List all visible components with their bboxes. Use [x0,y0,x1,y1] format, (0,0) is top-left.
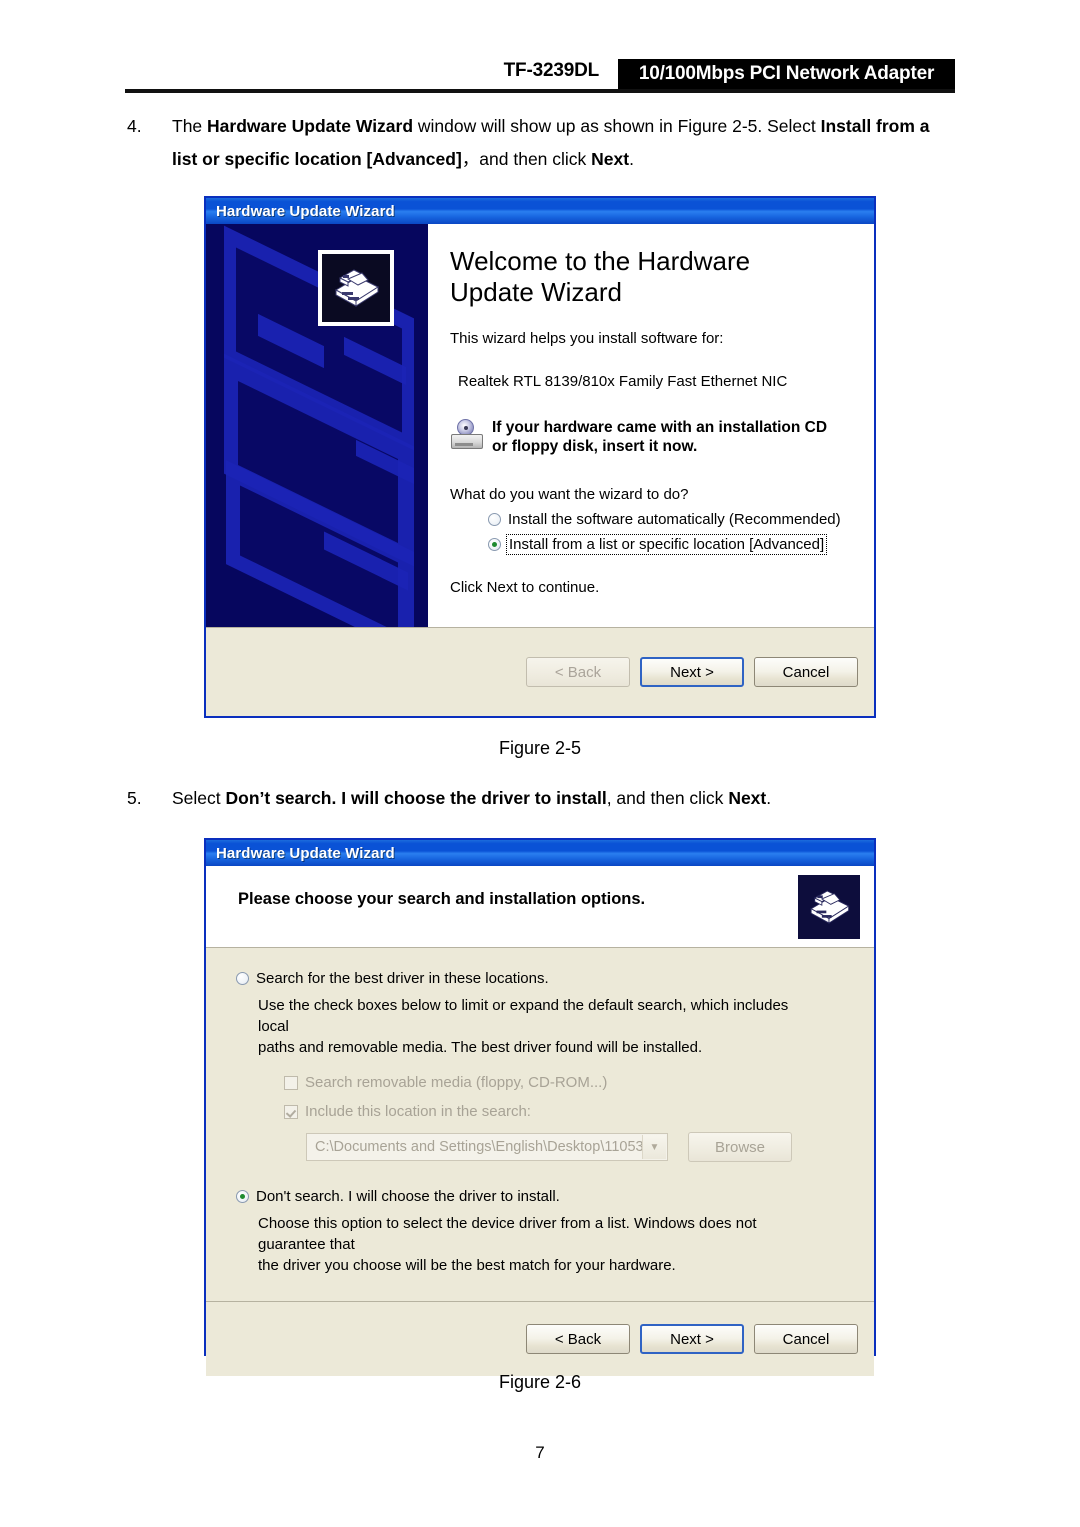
hardware-wizard-icon [318,250,394,326]
search-description-line-2: paths and removable media. The best driv… [258,1039,703,1056]
radio-icon-selected[interactable] [236,1190,249,1203]
cd-drive-body-icon [451,434,483,449]
dont-search-option-description: Choose this option to select the device … [258,1213,808,1276]
dialog-1-main-panel: Welcome to the Hardware Update Wizard Th… [428,224,874,627]
hardware-device-icon [334,269,380,307]
location-path-combobox[interactable]: C:\Documents and Settings\English\Deskto… [306,1133,668,1161]
step-4-text: The Hardware Update Wizard window will s… [172,116,930,169]
cd-notice-line-2: or floppy disk, insert it now. [492,438,698,455]
dialog-1-back-button[interactable]: < Back [526,657,630,687]
dialog-2-title: Hardware Update Wizard [216,844,395,862]
dialog-2-next-button[interactable]: Next > [640,1324,744,1354]
cd-drive-slot-icon [455,443,473,446]
dialog-1-click-next-text: Click Next to continue. [450,579,600,596]
radio-option-install-automatically-label: Install the software automatically (Reco… [508,511,841,528]
radio-option-install-from-list[interactable]: Install from a list or specific location… [488,534,854,555]
radio-option-search-best-driver[interactable]: Search for the best driver in these loca… [236,970,848,987]
dialog-1-title: Hardware Update Wizard [216,202,395,220]
location-path-value: C:\Documents and Settings\English\Deskto… [315,1139,644,1155]
dialog-2-back-button[interactable]: < Back [526,1324,630,1354]
cd-rom-drive-icon [450,419,484,451]
dialog-1-sidebar-graphic [206,224,428,627]
step-4-number: 4. [127,116,142,136]
header-product-badge: 10/100Mbps PCI Network Adapter [618,59,955,89]
header-divider-rule [125,89,955,93]
radio-option-install-automatically[interactable]: Install the software automatically (Reco… [488,511,854,528]
step-4: 4. The Hardware Update Wizard window wil… [127,110,957,176]
hardware-update-wizard-options-dialog: Hardware Update Wizard Please choose you… [204,838,876,1376]
radio-option-search-best-driver-label: Search for the best driver in these loca… [256,970,549,987]
dont-search-description-line-1: Choose this option to select the device … [258,1215,757,1253]
search-description-line-1: Use the check boxes below to limit or ex… [258,997,789,1035]
header-model-number: TF-3239DL [503,60,600,81]
figure-caption-2-6: Figure 2-6 [498,1372,582,1392]
checkbox-include-this-location[interactable]: Include this location in the search: [284,1103,848,1120]
radio-icon-unselected[interactable] [488,513,501,526]
dialog-2-body: Search for the best driver in these loca… [206,948,874,1301]
step-5-number: 5. [127,788,142,808]
step-5: 5. Select Don’t search. I will choose th… [127,782,957,815]
checkbox-search-removable-media-label: Search removable media (floppy, CD-ROM..… [305,1074,608,1091]
dialog-1-intro-text: This wizard helps you install software f… [450,330,724,347]
dialog-1-device-name: Realtek RTL 8139/810x Family Fast Ethern… [458,373,788,390]
location-path-row: C:\Documents and Settings\English\Deskto… [306,1132,848,1162]
dialog-1-question: What do you want the wizard to do? [450,486,689,503]
dialog-1-cd-notice-text: If your hardware came with an installati… [492,418,827,456]
page-number: 7 [535,1443,545,1462]
dont-search-description-line-2: the driver you choose will be the best m… [258,1257,676,1274]
dialog-1-cd-notice: If your hardware came with an installati… [450,418,854,456]
checkbox-icon-unchecked[interactable] [284,1075,298,1090]
dialog-1-cancel-button[interactable]: Cancel [754,657,858,687]
dialog-2-header-title: Please choose your search and installati… [238,890,646,908]
dialog-2-header: Please choose your search and installati… [206,866,874,948]
page-header: TF-3239DL 10/100Mbps PCI Network Adapter [0,0,1080,100]
hardware-update-wizard-welcome-dialog: Hardware Update Wizard Welcome to the Ha… [204,196,876,718]
checkbox-search-removable-media[interactable]: Search removable media (floppy, CD-ROM..… [284,1074,848,1091]
figure-caption-2-5: Figure 2-5 [498,738,582,758]
checkbox-icon-checked[interactable] [284,1104,298,1119]
cd-notice-line-1: If your hardware came with an installati… [492,419,828,436]
search-option-description: Use the check boxes below to limit or ex… [258,995,808,1058]
radio-icon-unselected[interactable] [236,972,249,985]
dialog-1-heading: Welcome to the Hardware Update Wizard [450,246,751,307]
dialog-1-next-button[interactable]: Next > [640,657,744,687]
dialog-2-footer: < Back Next > Cancel [206,1301,874,1376]
hardware-wizard-icon [798,875,860,939]
step-5-text: Select Don’t search. I will choose the d… [172,788,772,808]
dialog-1-titlebar[interactable]: Hardware Update Wizard [206,198,874,224]
dialog-2-titlebar[interactable]: Hardware Update Wizard [206,840,874,866]
dialog-1-body: Welcome to the Hardware Update Wizard Th… [206,224,874,627]
dialog-2-cancel-button[interactable]: Cancel [754,1324,858,1354]
chevron-down-icon[interactable]: ▼ [642,1135,666,1159]
search-locations-group: Search removable media (floppy, CD-ROM..… [284,1074,848,1162]
radio-option-dont-search[interactable]: Don't search. I will choose the driver t… [236,1188,848,1205]
dialog-1-footer: < Back Next > Cancel [206,627,874,716]
hardware-device-icon [810,890,850,924]
radio-option-dont-search-label: Don't search. I will choose the driver t… [256,1188,560,1205]
checkbox-include-this-location-label: Include this location in the search: [305,1103,531,1120]
browse-button[interactable]: Browse [688,1132,792,1162]
radio-option-install-from-list-label: Install from a list or specific location… [505,534,828,555]
radio-icon-selected[interactable] [488,538,501,551]
